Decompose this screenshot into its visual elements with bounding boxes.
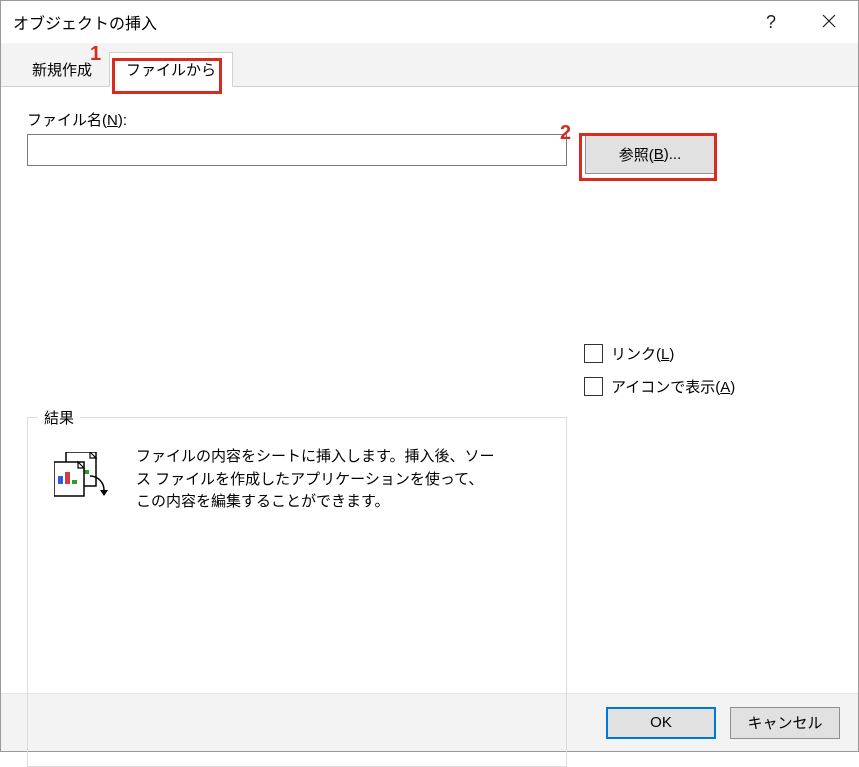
display-as-icon-checkbox-row[interactable]: アイコンで表示(A): [584, 376, 735, 397]
titlebar: オブジェクトの挿入 ?: [1, 1, 858, 43]
result-icon-wrap: [50, 446, 114, 502]
link-checkbox-row[interactable]: リンク(L): [584, 343, 735, 364]
tab-from-file[interactable]: ファイルから: [109, 52, 233, 87]
tab-create-new[interactable]: 新規作成: [15, 52, 109, 87]
filename-label-post: ):: [118, 112, 127, 129]
link-label-post: ): [669, 346, 674, 363]
close-button[interactable]: [800, 1, 858, 43]
result-body: ファイルの内容をシートに挿入します。挿入後、ソース ファイルを作成したアプリケー…: [28, 418, 566, 532]
result-description: ファイルの内容をシートに挿入します。挿入後、ソース ファイルを作成したアプリケー…: [136, 446, 496, 514]
link-checkbox[interactable]: [584, 344, 603, 363]
icon-label-post: ): [730, 379, 735, 396]
browse-label-post: )...: [664, 146, 682, 163]
close-icon: [822, 12, 836, 33]
insert-object-dialog: オブジェクトの挿入 ? 新規作成 ファイルから ファイル名(N): 参照(B).…: [0, 0, 859, 752]
dialog-content: ファイル名(N): 参照(B)... リンク(L) アイコンで表示(A) 結果: [1, 87, 858, 693]
embed-document-icon: [54, 452, 110, 502]
browse-label-accesskey: B: [654, 146, 664, 163]
file-row: 参照(B)...: [27, 134, 832, 174]
tab-strip: 新規作成 ファイルから: [1, 43, 858, 87]
filename-label: ファイル名(N):: [27, 109, 832, 130]
options-checks: リンク(L) アイコンで表示(A): [584, 343, 735, 397]
help-icon: ?: [766, 12, 776, 33]
display-as-icon-checkbox[interactable]: [584, 377, 603, 396]
browse-label-pre: 参照(: [619, 144, 654, 165]
dialog-title: オブジェクトの挿入: [13, 10, 742, 34]
filename-label-accesskey: N: [107, 112, 118, 129]
display-as-icon-label: アイコンで表示(A): [611, 376, 735, 397]
result-legend: 結果: [38, 407, 80, 428]
icon-label-pre: アイコンで表示(: [611, 379, 720, 396]
filename-label-pre: ファイル名(: [27, 112, 107, 129]
result-group: 結果: [27, 417, 567, 767]
icon-label-accesskey: A: [720, 379, 730, 396]
ok-button[interactable]: OK: [606, 707, 716, 739]
link-label-pre: リンク(: [611, 346, 661, 363]
help-button[interactable]: ?: [742, 1, 800, 43]
cancel-button[interactable]: キャンセル: [730, 707, 840, 739]
link-label: リンク(L): [611, 343, 674, 364]
browse-button[interactable]: 参照(B)...: [585, 134, 715, 174]
filename-input[interactable]: [27, 134, 567, 166]
